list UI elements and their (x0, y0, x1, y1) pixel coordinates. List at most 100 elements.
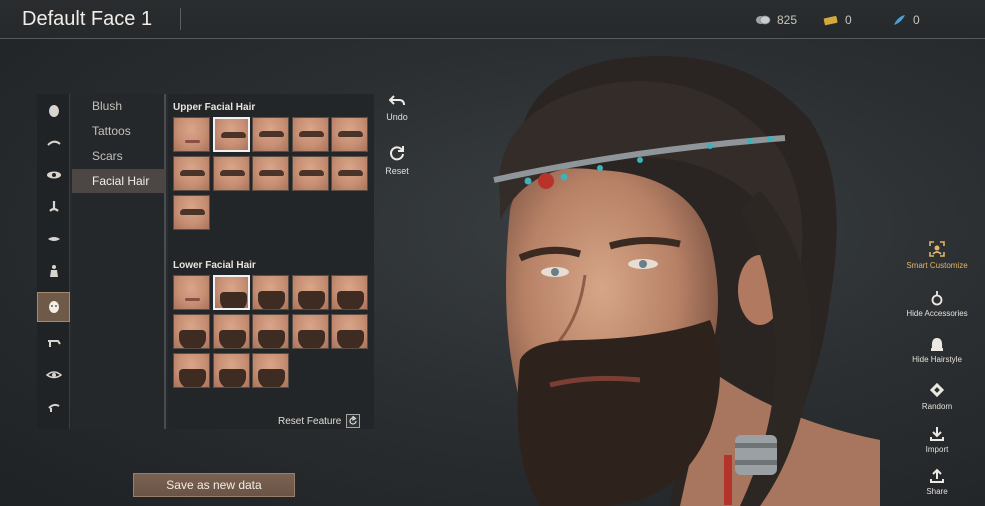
save-as-new-data-button[interactable]: Save as new data (133, 473, 295, 497)
facial-hair-preview (298, 170, 324, 176)
top-bar: Default Face 1 825 0 0 (0, 0, 985, 39)
hide-hairstyle-label: Hide Hairstyle (912, 355, 962, 364)
share-icon (930, 468, 944, 483)
category-nose[interactable] (37, 192, 70, 222)
subcategory-list: Blush Tattoos Scars Facial Hair (72, 94, 166, 429)
ear-icon (47, 403, 60, 412)
facial-hair-option[interactable] (291, 275, 329, 310)
facial-hair-option[interactable] (173, 156, 210, 191)
category-face-detail[interactable] (37, 292, 70, 322)
share-label: Share (926, 487, 948, 496)
random-button[interactable]: Random (897, 381, 977, 411)
facial-hair-preview (179, 330, 206, 348)
subcategory-tattoos[interactable]: Tattoos (72, 119, 166, 143)
category-jaw[interactable] (37, 328, 70, 358)
facial-hair-preview (185, 298, 200, 301)
facial-hair-option[interactable] (291, 314, 329, 349)
category-icon-column (37, 94, 70, 429)
facial-hair-option[interactable] (331, 117, 368, 152)
facial-hair-preview (219, 170, 245, 176)
facial-hair-preview (259, 170, 284, 176)
subcategory-scars[interactable]: Scars (72, 144, 166, 168)
facial-hair-preview (297, 330, 325, 348)
hide-hairstyle-icon (931, 338, 943, 351)
facial-hair-option[interactable] (252, 353, 289, 388)
category-eyebrow[interactable] (37, 128, 70, 158)
facial-hair-preview (258, 291, 285, 309)
facial-hair-option[interactable] (212, 314, 250, 349)
category-head[interactable] (37, 96, 70, 126)
smart-customize-button[interactable]: Smart Customize (897, 240, 977, 270)
facial-hair-preview (338, 131, 363, 137)
eyebrow-icon (46, 140, 61, 146)
smart-customize-icon (929, 241, 945, 257)
smart-customize-label: Smart Customize (906, 261, 968, 270)
facial-hair-option[interactable] (252, 314, 289, 349)
nose-icon (48, 201, 59, 212)
face-detail-icon (48, 301, 59, 313)
hide-hairstyle-button[interactable]: Hide Hairstyle (897, 336, 977, 364)
facial-hair-option[interactable] (173, 195, 210, 230)
category-body[interactable] (37, 256, 70, 286)
facial-hair-preview (297, 291, 325, 309)
facial-hair-preview (258, 369, 285, 387)
reset-label: Reset (385, 166, 409, 176)
facial-hair-option[interactable] (212, 353, 250, 388)
currency-value: 825 (777, 13, 798, 27)
facial-hair-option[interactable] (212, 275, 250, 310)
facial-hair-preview (298, 131, 324, 137)
facial-hair-option[interactable] (291, 156, 329, 191)
undo-icon (389, 95, 405, 106)
subcategory-blush[interactable]: Blush (72, 94, 166, 118)
facial-hair-preview (185, 140, 200, 143)
title-divider (180, 8, 181, 30)
share-button[interactable]: Share (897, 468, 977, 496)
undo-button[interactable]: Undo (377, 94, 417, 122)
subcategory-facial-hair[interactable]: Facial Hair (72, 169, 166, 193)
facial-hair-preview (258, 330, 285, 348)
facial-hair-preview (219, 292, 247, 308)
hide-accessories-icon (931, 291, 943, 306)
page-title: Default Face 1 (22, 8, 153, 30)
blue-feather-icon (894, 15, 905, 25)
currency-gold: 0 (823, 13, 852, 27)
facial-hair-option[interactable] (173, 117, 210, 152)
facial-hair-option[interactable] (173, 275, 210, 310)
facial-hair-option[interactable] (173, 314, 210, 349)
hide-accessories-button[interactable]: Hide Accessories (897, 290, 977, 318)
reset-feature-label: Reset Feature (278, 415, 342, 427)
facial-hair-swatch-panel: Upper Facial Hair Lower Facial Hair Rese… (168, 94, 374, 429)
category-eye-shape[interactable] (37, 360, 70, 390)
import-button[interactable]: Import (897, 426, 977, 454)
category-mouth[interactable] (37, 224, 70, 254)
lower-facial-hair-label: Lower Facial Hair (173, 260, 256, 271)
refresh-icon (390, 146, 404, 161)
reset-button[interactable]: Reset (377, 144, 417, 176)
body-icon (49, 265, 58, 277)
reset-feature-button[interactable]: Reset Feature (278, 414, 361, 428)
import-label: Import (925, 445, 949, 454)
currency-silver: 825 (755, 13, 797, 27)
character-portrait[interactable] (480, 40, 880, 506)
category-eye[interactable] (37, 160, 70, 190)
facial-hair-option[interactable] (331, 314, 368, 349)
facial-hair-option[interactable] (331, 156, 368, 191)
import-icon (930, 427, 944, 441)
facial-hair-option[interactable] (212, 156, 250, 191)
facial-hair-option[interactable] (331, 275, 368, 310)
upper-facial-hair-label: Upper Facial Hair (173, 102, 256, 113)
eye-shape-icon (45, 371, 62, 379)
currency-value: 0 (913, 13, 920, 27)
facial-hair-preview (337, 291, 364, 309)
facial-hair-option[interactable] (252, 117, 289, 152)
facial-hair-preview (220, 132, 246, 138)
facial-hair-option[interactable] (173, 353, 210, 388)
facial-hair-option[interactable] (252, 275, 289, 310)
facial-hair-option[interactable] (212, 117, 250, 152)
facial-hair-preview (218, 369, 246, 387)
silver-coin-icon (756, 15, 771, 25)
facial-hair-option[interactable] (252, 156, 289, 191)
facial-hair-option[interactable] (291, 117, 329, 152)
facial-hair-preview (337, 330, 364, 348)
category-ear[interactable] (37, 392, 70, 422)
